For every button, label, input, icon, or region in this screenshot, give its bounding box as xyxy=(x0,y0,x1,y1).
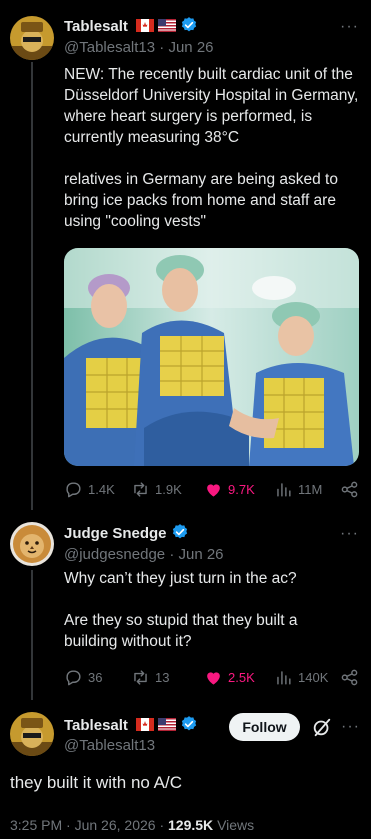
repost-icon xyxy=(134,670,147,685)
share-button[interactable] xyxy=(340,480,359,499)
main-tweet-text: they built it with no A/C xyxy=(10,773,182,792)
tweet-text: NEW: The recently built cardiac unit of … xyxy=(64,64,364,232)
author-name[interactable]: Tablesalt xyxy=(64,715,198,737)
heart-icon xyxy=(207,484,220,497)
canada-flag-icon xyxy=(136,18,155,36)
tweet-text-paragraph: relatives in Germany are being asked to … xyxy=(64,171,338,230)
like-count: 2.5K xyxy=(228,670,255,685)
verified-badge-icon xyxy=(180,16,198,38)
thread-line xyxy=(31,62,33,510)
grok-icon[interactable] xyxy=(311,716,333,738)
author-name-text[interactable]: Judge Snedge xyxy=(64,525,167,542)
reply-button[interactable]: 1.4K xyxy=(64,480,115,499)
author-handle[interactable]: @Tablesalt13 xyxy=(64,737,155,754)
reply-actions-bar: 36 13 2.5K 140K xyxy=(64,668,360,688)
reply-text-paragraph: Why can’t they just turn in the ac? xyxy=(64,570,297,587)
separator-dot: · xyxy=(169,546,175,563)
like-count: 9.7K xyxy=(228,482,255,497)
author-name-text[interactable]: Tablesalt xyxy=(64,717,128,734)
separator-dot: · xyxy=(159,817,165,833)
like-button[interactable]: 9.7K xyxy=(204,480,255,499)
reply-icon xyxy=(66,482,81,498)
avatar[interactable] xyxy=(10,522,54,566)
usa-flag-icon xyxy=(158,717,177,735)
author-handle-line: @Tablesalt13 · Jun 26 xyxy=(64,39,214,56)
repost-button[interactable]: 13 xyxy=(131,668,169,687)
reply-count: 36 xyxy=(88,670,103,685)
reply-button[interactable]: 36 xyxy=(64,668,102,687)
tweet-actions-bar: 1.4K 1.9K 9.7K 11M xyxy=(64,480,360,500)
views-button[interactable]: 11M xyxy=(274,480,322,499)
author-handle-line: @judgesnedge · Jun 26 xyxy=(64,546,224,563)
share-button[interactable] xyxy=(340,668,359,687)
more-options-icon[interactable]: ··· xyxy=(340,19,359,35)
author-handle[interactable]: @judgesnedge xyxy=(64,546,165,563)
reply-text: Why can’t they just turn in the ac? Are … xyxy=(64,568,354,652)
views-count: 129.5K xyxy=(168,817,214,833)
views-icon xyxy=(277,671,291,685)
tweet-text-paragraph: NEW: The recently built cardiac unit of … xyxy=(64,66,359,146)
repost-count: 1.9K xyxy=(155,482,182,497)
follow-button[interactable]: Follow xyxy=(229,713,300,741)
avatar[interactable] xyxy=(10,712,54,756)
avatar[interactable] xyxy=(10,16,54,60)
tweet-date[interactable]: Jun 26 xyxy=(178,546,223,563)
more-options-icon[interactable]: ··· xyxy=(340,526,359,542)
separator-dot: · xyxy=(159,39,165,56)
reply-icon xyxy=(66,670,81,686)
canada-flag-icon xyxy=(136,717,155,735)
author-name[interactable]: Judge Snedge xyxy=(64,523,189,545)
tweet-timestamp-line: 3:25 PM · Jun 26, 2026 · 129.5K Views xyxy=(10,817,254,833)
reply-count: 1.4K xyxy=(88,482,115,497)
heart-icon xyxy=(207,672,220,685)
views-button[interactable]: 140K xyxy=(274,668,328,687)
separator-dot: · xyxy=(66,817,71,833)
reply-text-paragraph: Are they so stupid that they built a bui… xyxy=(64,612,298,650)
repost-icon xyxy=(134,482,147,497)
author-handle[interactable]: @Tablesalt13 xyxy=(64,39,155,56)
share-icon xyxy=(341,669,358,686)
like-button[interactable]: 2.5K xyxy=(204,668,255,687)
share-icon xyxy=(341,481,358,498)
author-name[interactable]: Tablesalt xyxy=(64,16,198,38)
tweet-date[interactable]: Jun 26 xyxy=(168,39,213,56)
more-options-icon[interactable]: ··· xyxy=(341,719,360,735)
tweet-time[interactable]: 3:25 PM xyxy=(10,817,62,833)
verified-badge-icon xyxy=(180,715,198,737)
views-count: 11M xyxy=(298,482,323,497)
verified-badge-icon xyxy=(171,523,189,545)
tweet-full-date[interactable]: Jun 26, 2026 xyxy=(75,817,156,833)
repost-button[interactable]: 1.9K xyxy=(131,480,182,499)
tweet-media-image[interactable] xyxy=(64,248,359,466)
views-count: 140K xyxy=(298,670,329,685)
views-label: Views xyxy=(217,817,255,833)
views-icon xyxy=(277,483,291,497)
repost-count: 13 xyxy=(155,670,170,685)
usa-flag-icon xyxy=(158,18,177,36)
author-name-text[interactable]: Tablesalt xyxy=(64,18,128,35)
thread-line xyxy=(31,570,33,700)
